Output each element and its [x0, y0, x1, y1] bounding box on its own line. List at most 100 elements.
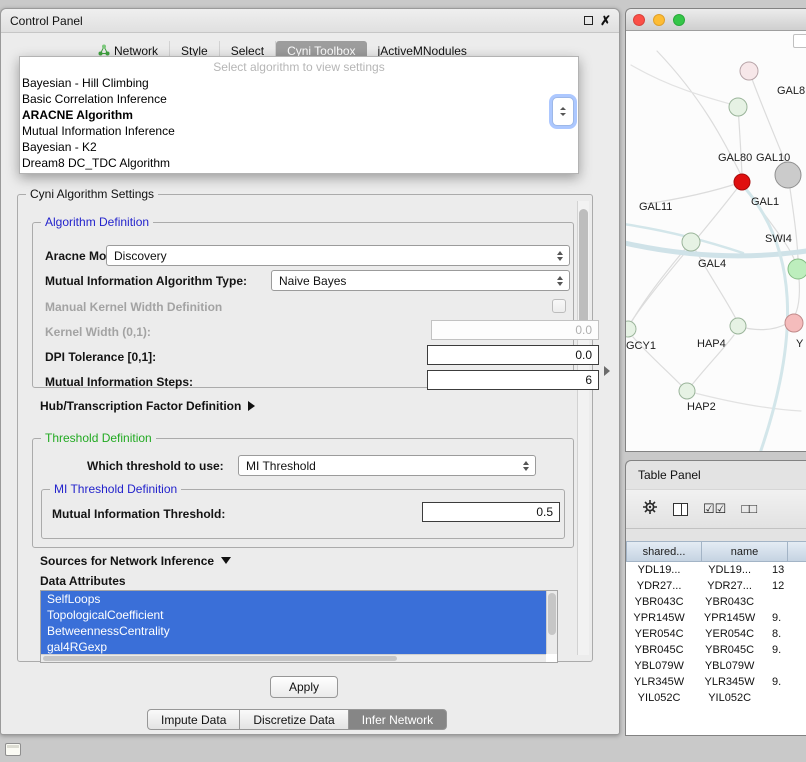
network-node[interactable] — [788, 259, 806, 279]
aracne-mode-value: Discovery — [114, 249, 167, 263]
algorithm-option[interactable]: Mutual Information Inference — [20, 123, 578, 139]
network-edge[interactable] — [745, 188, 788, 452]
mi-threshold-input[interactable]: 0.5 — [422, 502, 560, 522]
manual-kernel-checkbox[interactable] — [552, 299, 566, 313]
network-view-window: GAL8GAL80GAL10GAL11GAL1SWI4GAL4GCY1HAP4Y… — [625, 8, 806, 452]
table-row[interactable]: YLR345WYLR345W9. — [626, 674, 806, 690]
scrollbar-thumb[interactable] — [579, 209, 588, 337]
sources-label: Sources for Network Inference — [40, 554, 214, 568]
apply-button[interactable]: Apply — [270, 676, 338, 698]
tab-impute-data[interactable]: Impute Data — [147, 709, 240, 730]
column-header-shared-name[interactable]: shared... — [626, 541, 702, 562]
network-canvas[interactable]: GAL8GAL80GAL10GAL11GAL1SWI4GAL4GCY1HAP4Y… — [626, 31, 806, 452]
kernel-width-label: Kernel Width (0,1): — [45, 325, 151, 339]
close-icon[interactable]: ✗ — [600, 14, 611, 27]
network-window-titlebar[interactable] — [626, 9, 806, 31]
table-row[interactable]: YIL052CYIL052C — [626, 690, 806, 706]
algorithm-option[interactable]: Bayesian - Hill Climbing — [20, 75, 578, 91]
algorithm-option[interactable]: Basic Correlation Inference — [20, 91, 578, 107]
table-cell: YER054C — [626, 628, 692, 640]
table-cell: 9. — [767, 644, 806, 656]
table-row[interactable]: YBR045CYBR045C9. — [626, 642, 806, 658]
data-attribute-item[interactable]: gal4RGexp — [41, 639, 546, 655]
network-node-label: SWI4 — [765, 233, 792, 245]
network-node[interactable] — [682, 233, 700, 251]
close-button[interactable] — [633, 14, 645, 26]
algorithm-option[interactable]: Dream8 DC_TDC Algorithm — [20, 155, 578, 171]
network-node-label: GAL1 — [751, 196, 779, 208]
algorithm-combo-stepper-focused[interactable] — [552, 97, 574, 126]
table-row[interactable]: YER054CYER054C8. — [626, 626, 806, 642]
table-row[interactable]: YBL079WYBL079W — [626, 658, 806, 674]
dpi-tolerance-label: DPI Tolerance [0,1]: — [45, 350, 156, 364]
network-node-label: HAP4 — [697, 338, 726, 350]
column-header-name[interactable]: name — [702, 541, 788, 562]
settings-scrollbar[interactable] — [577, 201, 589, 655]
attr-list-vscrollbar[interactable] — [546, 591, 557, 654]
network-node-label: HAP2 — [687, 401, 716, 413]
show-columns-icon[interactable] — [673, 503, 688, 516]
network-node-label: GCY1 — [626, 340, 656, 352]
table-cell: YLR345W — [692, 676, 767, 688]
zoom-button[interactable] — [673, 14, 685, 26]
float-window-icon[interactable] — [584, 16, 593, 25]
tab-discretize-data[interactable]: Discretize Data — [239, 709, 348, 730]
network-edge[interactable] — [631, 65, 730, 104]
algorithm-definition-title: Algorithm Definition — [41, 215, 153, 229]
table-cell: YBL079W — [626, 660, 692, 672]
mi-type-select[interactable]: Naive Bayes — [271, 270, 570, 291]
settings-gear-icon[interactable] — [642, 499, 658, 520]
table-cell: YDR27... — [626, 580, 692, 592]
data-attribute-item[interactable]: TopologicalCoefficient — [41, 607, 546, 623]
mi-steps-input[interactable]: 6 — [427, 370, 599, 390]
network-node[interactable] — [730, 318, 746, 334]
splitter-arrow-icon[interactable] — [604, 366, 610, 376]
minimized-panel-icon[interactable] — [5, 743, 21, 756]
unselect-all-columns-icon[interactable]: □□ — [741, 502, 757, 516]
tab-infer-network[interactable]: Infer Network — [348, 709, 447, 730]
table-header-row: shared... name — [626, 541, 806, 562]
network-node[interactable] — [785, 314, 803, 332]
mi-threshold-group: MI Threshold Definition Mutual Informati… — [41, 489, 565, 539]
table-cell: 13 — [767, 564, 806, 576]
hub-definition-label: Hub/Transcription Factor Definition — [40, 399, 241, 413]
which-threshold-select[interactable]: MI Threshold — [238, 455, 536, 476]
control-panel-titlebar[interactable]: Control Panel — [1, 9, 619, 33]
table-row[interactable]: YDR27...YDR27...12 — [626, 578, 806, 594]
settings-group-title: Cyni Algorithm Settings — [26, 187, 158, 201]
scrollbar-thumb[interactable] — [43, 656, 397, 661]
birdseye-toggle[interactable] — [793, 34, 806, 48]
control-panel-window: Control Panel ✗ Network Style Select Cyn… — [0, 8, 620, 735]
table-row[interactable]: YPR145WYPR145W9. — [626, 610, 806, 626]
minimize-button[interactable] — [653, 14, 665, 26]
data-attributes-list[interactable]: SelfLoopsTopologicalCoefficientBetweenne… — [40, 590, 558, 663]
sources-expander[interactable]: Sources for Network Inference — [40, 554, 231, 568]
network-node[interactable] — [775, 162, 801, 188]
aracne-mode-select[interactable]: Discovery — [106, 245, 570, 266]
expander-right-icon — [248, 401, 255, 411]
data-attribute-item[interactable]: SelfLoops — [41, 591, 546, 607]
manual-kernel-label: Manual Kernel Width Definition — [45, 300, 222, 314]
network-node[interactable] — [626, 321, 636, 337]
network-node[interactable] — [734, 174, 750, 190]
hub-definition-expander[interactable]: Hub/Transcription Factor Definition — [40, 399, 255, 413]
data-attributes-label: Data Attributes — [40, 574, 126, 588]
network-node[interactable] — [729, 98, 747, 116]
dpi-tolerance-input[interactable]: 0.0 — [427, 345, 599, 365]
network-node[interactable] — [679, 383, 695, 399]
table-row[interactable]: YBR043CYBR043C — [626, 594, 806, 610]
algorithm-option[interactable]: Bayesian - K2 — [20, 139, 578, 155]
column-header-third[interactable] — [788, 541, 806, 562]
algorithm-option[interactable]: ARACNE Algorithm — [20, 107, 578, 123]
table-row[interactable]: YDL19...YDL19...13 — [626, 562, 806, 578]
algorithm-popup-list: Bayesian - Hill ClimbingBasic Correlatio… — [20, 75, 578, 171]
table-cell: 8. — [767, 628, 806, 640]
select-all-columns-icon[interactable]: ☑☑ — [703, 502, 726, 516]
scrollbar-thumb[interactable] — [548, 593, 556, 635]
data-attribute-item[interactable]: BetweennessCentrality — [41, 623, 546, 639]
window-title: Control Panel — [1, 14, 83, 28]
combo-stepper-icon — [557, 276, 563, 286]
attr-list-hscrollbar[interactable] — [41, 654, 546, 662]
table-panel-toolbar: ☑☑ □□ — [626, 489, 806, 529]
network-node[interactable] — [740, 62, 758, 80]
